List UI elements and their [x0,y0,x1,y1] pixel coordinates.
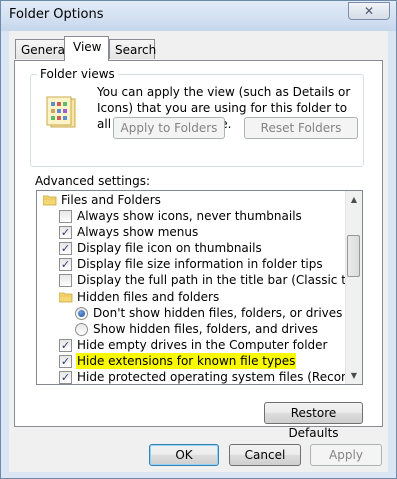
tree-setting-row[interactable]: ✓ Always show menus [37,224,347,240]
tree-setting-row[interactable]: Always show icons, never thumbnails [37,208,347,224]
tab-search[interactable]: Search [109,39,157,59]
tab-general[interactable]: General [15,39,69,59]
tree-row-label: Display file size information in folder … [77,257,323,271]
close-icon: ✕ [363,4,375,18]
reset-folders-label: Reset Folders [260,121,342,135]
tree-scrollbar[interactable]: ▲ ▼ [345,191,362,384]
cancel-button[interactable]: Cancel [229,444,301,466]
checkbox[interactable]: ✓ [59,339,72,352]
advanced-settings-label: Advanced settings: [35,174,150,188]
tab-search-label: Search [115,43,157,57]
tree-setting-row[interactable]: Display the full path in the title bar (… [37,272,362,288]
radio-selected-dot [78,310,85,317]
dialog-client-area: General View Search Folder views You can… [9,31,388,472]
tree-setting-row[interactable]: ✓ Display file icon on thumbnails [37,240,347,256]
tree-row-label: Always show icons, never thumbnails [77,209,302,223]
tree-row-label: Hidden files and folders [77,290,220,304]
apply-button[interactable]: Apply [310,444,382,466]
tree-row-label: Display file icon on thumbnails [77,241,262,255]
close-button[interactable]: ✕ [348,2,390,20]
checkbox[interactable]: ✓ [59,371,72,384]
folder-views-group: Folder views You can apply the view (suc… [30,67,364,167]
tree-setting-row[interactable]: ✓ Hide empty drives in the Computer folde… [37,337,347,353]
tree-setting-row[interactable]: Show hidden files, folders, and drives [37,321,347,337]
tab-view[interactable]: View [64,36,109,61]
title-bar[interactable]: Folder Options ✕ [1,1,396,31]
radio-button[interactable] [75,307,88,320]
folder-views-caption: Folder views [37,67,118,81]
chevron-down-icon: ▼ [350,371,358,380]
window-title: Folder Options [9,7,104,22]
check-icon: ✓ [60,339,71,352]
reset-folders-button[interactable]: Reset Folders [244,117,358,139]
apply-to-folders-label: Apply to Folders [120,121,218,135]
tree-row-label: Always show menus [77,225,199,239]
restore-defaults-button[interactable]: Restore Defaults [264,402,363,440]
tree-row-label: Don't show hidden files, folders, or dri… [93,306,343,320]
apply-to-folders-button[interactable]: Apply to Folders [113,117,225,139]
check-icon: ✓ [60,371,71,384]
ok-label: OK [175,448,193,462]
folder-views-icon [46,96,76,128]
tree-setting-row[interactable]: ✓ Hide protected operating system files (… [37,369,362,384]
checkbox[interactable] [59,274,72,287]
tree-row-label: Files and Folders [61,193,161,207]
apply-label: Apply [329,448,363,462]
chevron-up-icon: ▲ [350,195,358,204]
tree-row-label: Hide extensions for known file types [76,353,297,369]
tree-setting-row[interactable]: ✓ Display file size information in folder… [37,256,347,272]
check-icon: ✓ [60,226,71,239]
tree-setting-row[interactable]: Don't show hidden files, folders, or dri… [37,305,347,321]
tree-group-row: Files and Folders [37,192,347,208]
checkbox[interactable]: ✓ [59,226,72,239]
cancel-label: Cancel [244,448,286,462]
check-icon: ✓ [60,258,71,271]
tree-setting-row[interactable]: ✓ Hide extensions for known file types [37,353,347,369]
radio-button[interactable] [75,323,88,336]
tree-group-row: Hidden files and folders [37,289,347,305]
folder-options-dialog: Folder Options ✕ General View Search Fol… [0,0,397,479]
tree-row-label: Hide empty drives in the Computer folder [77,338,328,352]
check-icon: ✓ [60,242,71,255]
tree-row-label: Display the full path in the title bar (… [77,273,362,287]
tree-row-label: Show hidden files, folders, and drives [93,322,319,336]
scroll-down-arrow[interactable]: ▼ [346,367,362,384]
scroll-up-arrow[interactable]: ▲ [346,191,362,208]
scroll-thumb[interactable] [347,235,360,277]
folder-icon [59,292,73,303]
tree-row-label: Hide protected operating system files (R… [77,370,362,384]
folder-icon [43,195,57,206]
restore-defaults-label: Restore Defaults [288,406,339,440]
checkbox[interactable]: ✓ [59,258,72,271]
ok-button[interactable]: OK [149,444,219,466]
tab-general-label: General [21,43,69,57]
checkbox[interactable] [59,210,72,223]
checkbox[interactable]: ✓ [59,242,72,255]
checkbox[interactable]: ✓ [59,355,72,368]
advanced-settings-tree[interactable]: Files and Folders Always show icons, neve… [36,190,363,385]
tab-view-label: View [73,40,102,54]
check-icon: ✓ [60,355,71,368]
